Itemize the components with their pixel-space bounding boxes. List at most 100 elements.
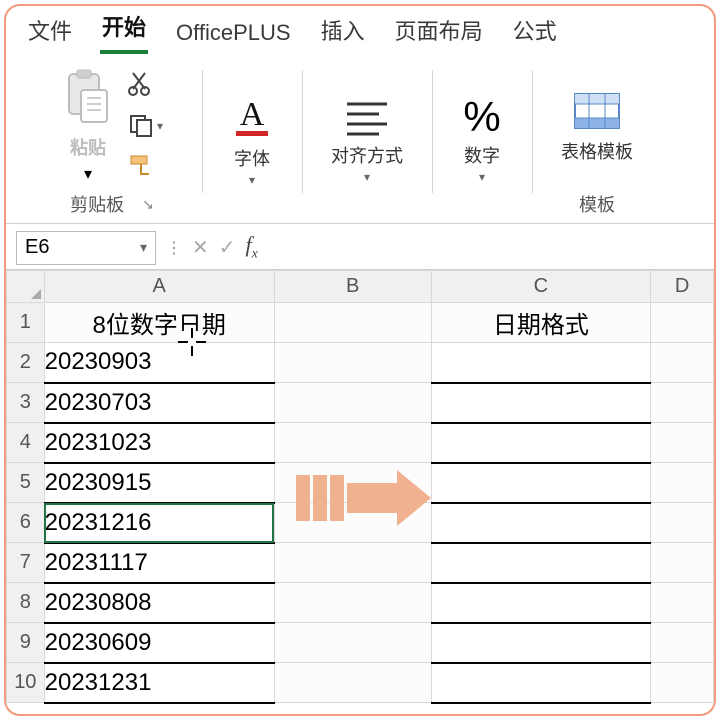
cell[interactable]: 20230808: [44, 583, 274, 623]
cell[interactable]: [431, 583, 651, 623]
col-header-c[interactable]: C: [431, 271, 651, 303]
cell[interactable]: [651, 583, 714, 623]
cell[interactable]: [274, 343, 431, 383]
tab-officeplus[interactable]: OfficePLUS: [174, 16, 293, 54]
number-button[interactable]: % 数字 ▾: [457, 94, 506, 184]
chevron-down-icon[interactable]: ▾: [84, 164, 92, 184]
cell[interactable]: 20230609: [44, 623, 274, 663]
cell[interactable]: [431, 343, 651, 383]
row-header[interactable]: 7: [7, 543, 45, 583]
cell[interactable]: [651, 423, 714, 463]
chevron-down-icon[interactable]: ▾: [364, 170, 370, 184]
cancel-icon[interactable]: ✕: [192, 235, 209, 260]
cell[interactable]: [431, 503, 651, 543]
cell[interactable]: [431, 543, 651, 583]
cell[interactable]: [651, 623, 714, 663]
cell[interactable]: [651, 383, 714, 423]
tab-file[interactable]: 文件: [26, 10, 74, 54]
chevron-down-icon[interactable]: ▾: [140, 239, 147, 256]
confirm-icon[interactable]: ✓: [219, 235, 236, 260]
group-font: A 字体 ▾: [202, 64, 302, 223]
row-header[interactable]: 1: [7, 303, 45, 343]
table-template-button[interactable]: 表格模板: [555, 88, 639, 164]
svg-text:A: A: [240, 96, 265, 133]
header-cell-c[interactable]: 日期格式: [431, 303, 651, 343]
copy-icon[interactable]: ▾: [127, 112, 163, 140]
formula-bar: E6 ▾ ⋮ ✕ ✓ fx: [6, 226, 714, 270]
tab-formula[interactable]: 公式: [511, 10, 559, 54]
row-header[interactable]: 8: [7, 583, 45, 623]
cell[interactable]: [274, 383, 431, 423]
cell[interactable]: [274, 463, 431, 503]
group-alignment: 对齐方式 ▾: [302, 64, 432, 223]
tab-home[interactable]: 开始: [100, 6, 148, 54]
chevron-down-icon[interactable]: ▾: [157, 119, 163, 133]
formula-input[interactable]: [268, 233, 704, 263]
cell[interactable]: [274, 303, 431, 343]
cell[interactable]: 20231117: [44, 543, 274, 583]
name-box[interactable]: E6 ▾: [16, 231, 156, 265]
cell[interactable]: [274, 423, 431, 463]
cell-selected[interactable]: 20231216: [44, 503, 274, 543]
tab-page-layout[interactable]: 页面布局: [393, 10, 485, 54]
cell[interactable]: [651, 303, 714, 343]
group-number: % 数字 ▾: [432, 64, 532, 223]
cell[interactable]: [431, 663, 651, 703]
worksheet-grid[interactable]: A B C D 1 8位数字日期 日期格式 2 20230903: [6, 270, 714, 704]
paste-button[interactable]: 粘贴 ▾: [61, 68, 115, 184]
table-template-icon: [569, 88, 625, 136]
row-header[interactable]: 6: [7, 503, 45, 543]
cell[interactable]: [651, 503, 714, 543]
cell[interactable]: [651, 463, 714, 503]
cell[interactable]: [651, 663, 714, 703]
cell[interactable]: 20231231: [44, 663, 274, 703]
cell[interactable]: [431, 423, 651, 463]
cell[interactable]: [431, 463, 651, 503]
dialog-launcher-icon[interactable]: ↘: [142, 196, 154, 213]
tab-insert[interactable]: 插入: [319, 10, 367, 54]
group-clipboard-label: 剪贴板: [70, 191, 124, 217]
col-header-b[interactable]: B: [274, 271, 431, 303]
name-box-value: E6: [25, 236, 49, 259]
cell[interactable]: [431, 383, 651, 423]
app-frame: 文件 开始 OfficePLUS 插入 页面布局 公式 粘贴: [4, 4, 716, 716]
format-painter-icon[interactable]: [127, 150, 163, 183]
cell[interactable]: [651, 543, 714, 583]
alignment-label: 对齐方式: [331, 142, 403, 168]
fx-icon[interactable]: fx: [246, 232, 258, 262]
col-header-d[interactable]: D: [651, 271, 714, 303]
cell[interactable]: 20230915: [44, 463, 274, 503]
paste-label: 粘贴: [70, 134, 106, 160]
cut-icon[interactable]: [127, 69, 163, 102]
cell[interactable]: 20230703: [44, 383, 274, 423]
row-header[interactable]: 5: [7, 463, 45, 503]
percent-icon: %: [463, 94, 500, 140]
font-label: 字体: [234, 145, 270, 171]
cell[interactable]: 20230903: [44, 343, 274, 383]
cell[interactable]: [651, 343, 714, 383]
alignment-button[interactable]: 对齐方式 ▾: [325, 94, 409, 184]
row-header[interactable]: 10: [7, 663, 45, 703]
row-header[interactable]: 4: [7, 423, 45, 463]
cell[interactable]: [274, 503, 431, 543]
cell[interactable]: [274, 543, 431, 583]
align-lines-icon: [339, 94, 395, 140]
number-label: 数字: [464, 142, 500, 168]
row-header[interactable]: 2: [7, 343, 45, 383]
cell[interactable]: [274, 583, 431, 623]
cell[interactable]: 20231023: [44, 423, 274, 463]
row-header[interactable]: 9: [7, 623, 45, 663]
chevron-down-icon[interactable]: ▾: [479, 170, 485, 184]
cell[interactable]: [274, 663, 431, 703]
ribbon-tabs: 文件 开始 OfficePLUS 插入 页面布局 公式: [6, 6, 714, 54]
select-all-corner[interactable]: [7, 271, 45, 303]
cell[interactable]: [431, 623, 651, 663]
group-templates-label: 模板: [579, 191, 615, 217]
col-header-a[interactable]: A: [44, 271, 274, 303]
chevron-down-icon[interactable]: ▾: [249, 173, 255, 187]
cell[interactable]: [274, 623, 431, 663]
font-button[interactable]: A 字体 ▾: [220, 91, 284, 187]
row-header[interactable]: 3: [7, 383, 45, 423]
ribbon: 粘贴 ▾ ▾ 剪贴板 ↘: [6, 54, 714, 224]
header-cell-a[interactable]: 8位数字日期: [44, 303, 274, 343]
